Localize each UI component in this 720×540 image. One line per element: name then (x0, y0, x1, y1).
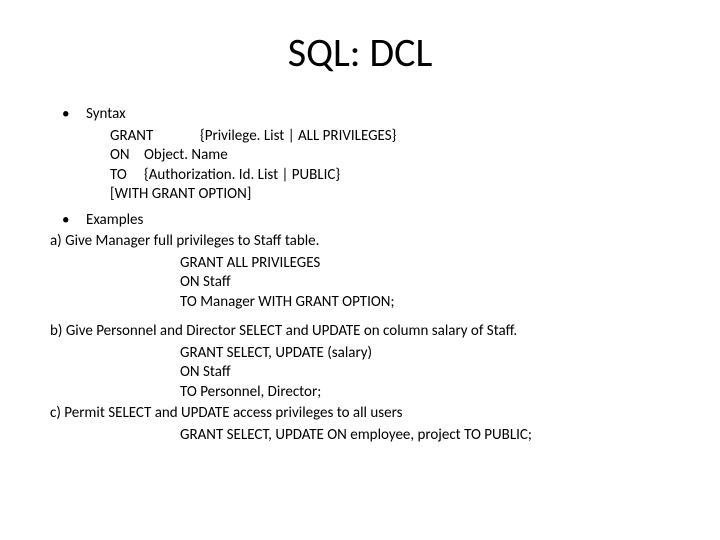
slide-body: Syntax GRANT{Privilege. List | ALL PRIVI… (50, 105, 670, 445)
kw-grant: GRANT (110, 127, 200, 147)
kw-on: ON (110, 146, 144, 166)
example-c-l1: GRANT SELECT, UPDATE ON employee, projec… (180, 426, 670, 446)
example-a-l3: TO Manager WITH GRANT OPTION; (180, 293, 670, 313)
examples-heading: Examples (50, 211, 670, 231)
example-c-desc: c) Permit SELECT and UPDATE access privi… (50, 404, 670, 424)
syntax-on: ONObject. Name (50, 146, 670, 166)
example-b-desc: b) Give Personnel and Director SELECT an… (50, 322, 670, 342)
example-b-l3: TO Personnel, Director; (180, 383, 670, 403)
slide: SQL: DCL Syntax GRANT{Privilege. List | … (0, 0, 720, 540)
args-to: {Authorization. Id. List | PUBLIC} (144, 166, 340, 184)
example-c-code: GRANT SELECT, UPDATE ON employee, projec… (50, 426, 670, 446)
example-b-l1: GRANT SELECT, UPDATE (salary) (180, 344, 670, 364)
example-b-code: GRANT SELECT, UPDATE (salary) ON Staff T… (50, 344, 670, 403)
syntax-heading: Syntax (50, 105, 670, 125)
example-a-l1: GRANT ALL PRIVILEGES (180, 254, 670, 274)
example-b-l2: ON Staff (180, 363, 670, 383)
args-grant: {Privilege. List | ALL PRIVILEGES} (200, 127, 396, 145)
slide-title: SQL: DCL (50, 28, 670, 77)
example-a-desc: a) Give Manager full privileges to Staff… (50, 232, 670, 252)
args-on: Object. Name (144, 146, 228, 164)
syntax-grant: GRANT{Privilege. List | ALL PRIVILEGES} (50, 127, 670, 147)
kw-to: TO (110, 166, 144, 186)
example-a-code: GRANT ALL PRIVILEGES ON Staff TO Manager… (50, 254, 670, 313)
example-a-l2: ON Staff (180, 273, 670, 293)
syntax-to: TO{Authorization. Id. List | PUBLIC} (50, 166, 670, 186)
syntax-with: [WITH GRANT OPTION] (50, 185, 670, 205)
